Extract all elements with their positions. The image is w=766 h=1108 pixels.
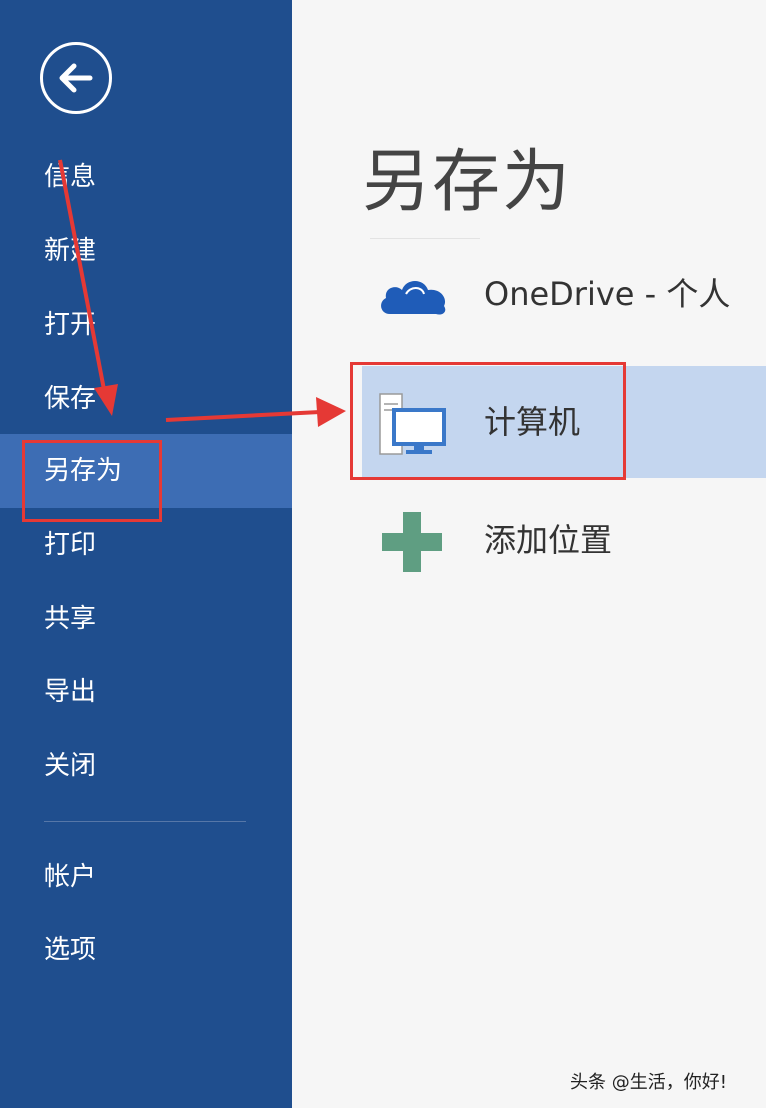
annotation-arrow-down xyxy=(58,159,108,401)
annotation-arrows xyxy=(58,159,346,427)
watermark: 头条 @生活，你好! xyxy=(570,1072,727,1093)
annotation-arrowhead-right xyxy=(316,397,346,427)
annotation-arrow-right xyxy=(165,410,321,422)
annotation-arrowhead-down xyxy=(94,384,118,416)
